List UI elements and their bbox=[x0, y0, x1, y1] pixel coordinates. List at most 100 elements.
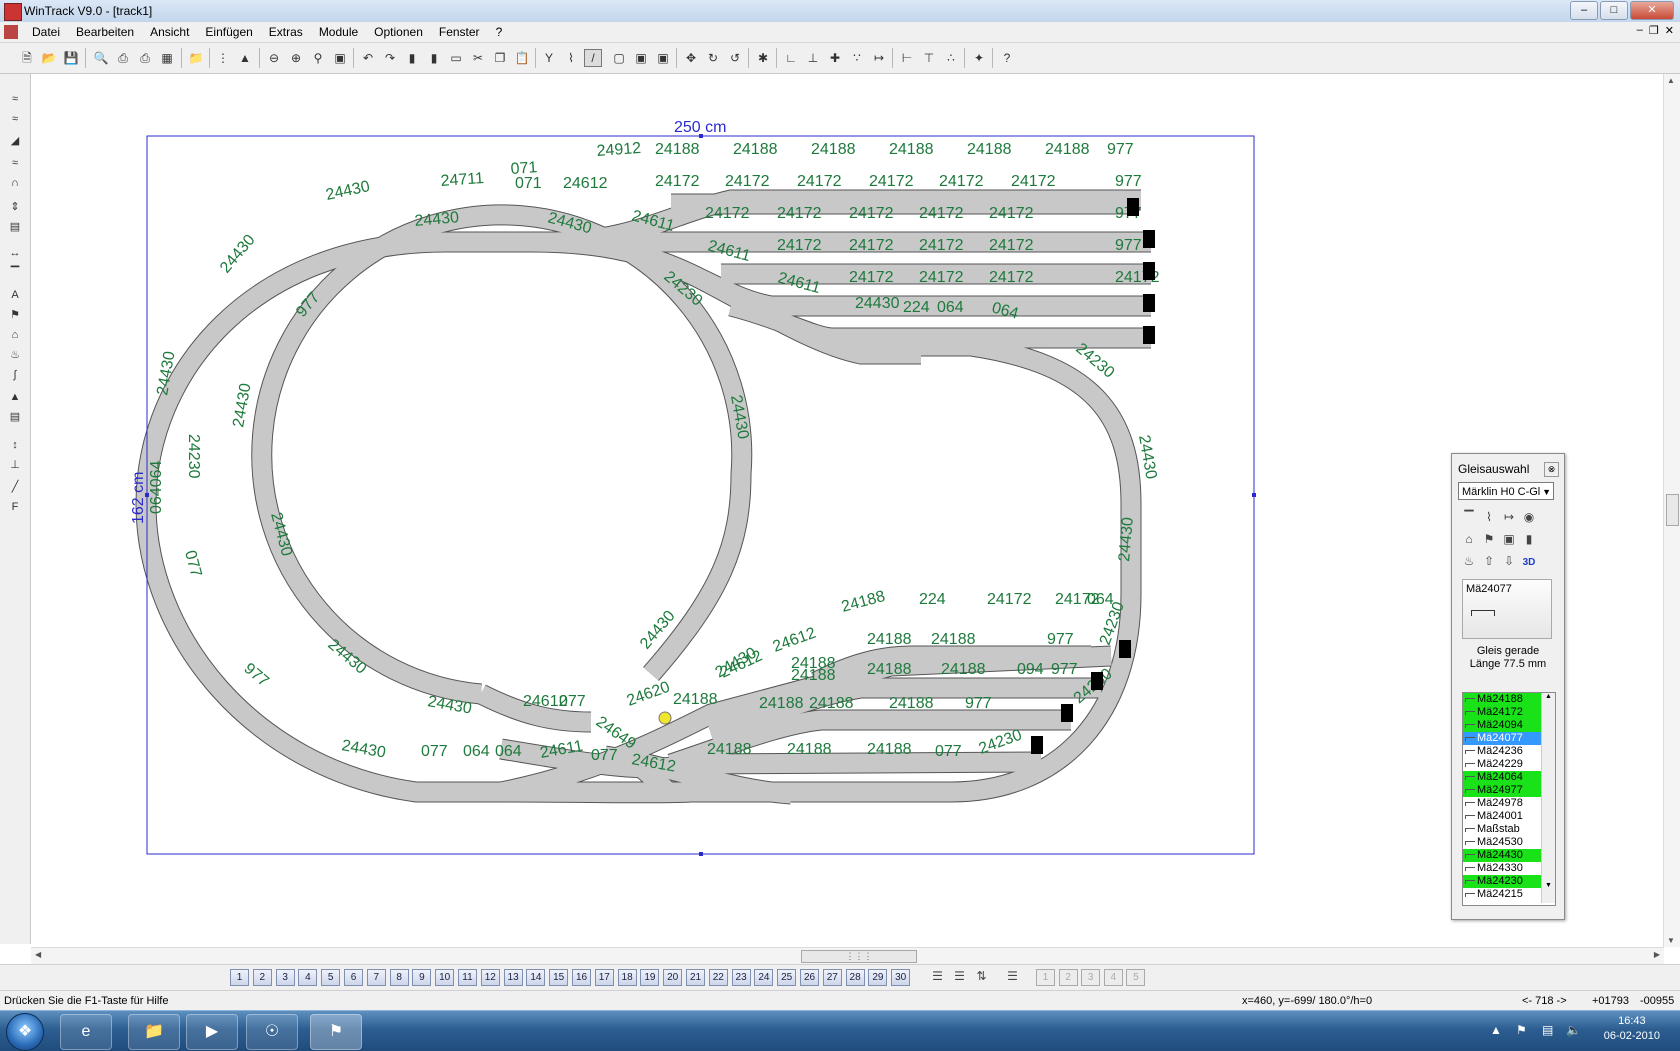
buffer-stop[interactable] bbox=[1143, 294, 1155, 312]
module-layer-button[interactable]: 1 bbox=[1036, 969, 1055, 986]
layer-button[interactable]: 10 bbox=[435, 969, 455, 986]
tree-icon[interactable]: ♨ bbox=[6, 346, 24, 364]
zoom-all-icon[interactable]: ▣ bbox=[331, 49, 349, 67]
buffer-stop[interactable] bbox=[1143, 262, 1155, 280]
menu-help[interactable]: ? bbox=[488, 25, 511, 39]
3d-icon[interactable]: 3D bbox=[1520, 554, 1538, 572]
up-icon[interactable]: ⇧ bbox=[1480, 552, 1498, 570]
layers-flip-icon[interactable]: ⇅ bbox=[972, 969, 991, 986]
font-icon[interactable]: F bbox=[6, 498, 24, 516]
switch-track-icon[interactable]: ↦ bbox=[1500, 508, 1518, 526]
volume-icon[interactable]: 🔈 bbox=[1566, 1023, 1581, 1037]
menu-bearbeiten[interactable]: Bearbeiten bbox=[68, 25, 142, 39]
tray-arrow-icon[interactable]: ▲ bbox=[1490, 1023, 1502, 1037]
layer-button[interactable]: 13 bbox=[503, 969, 523, 986]
undo-icon[interactable]: ↶ bbox=[359, 49, 377, 67]
scroll-left-icon[interactable]: ◀ bbox=[35, 950, 41, 959]
accessory-icon[interactable]: ▮ bbox=[1520, 530, 1538, 548]
layers-color-icon[interactable]: ☰ bbox=[950, 969, 969, 986]
layer-button[interactable]: 26 bbox=[800, 969, 819, 986]
layers-stack-icon[interactable]: ☰ bbox=[928, 969, 947, 986]
turntable-icon[interactable]: ◉ bbox=[1520, 508, 1538, 526]
doc-close-icon[interactable]: ✕ bbox=[1665, 24, 1674, 37]
layer-button[interactable]: 22 bbox=[708, 969, 728, 986]
ungroup-icon[interactable]: ▣ bbox=[654, 49, 672, 67]
vertical-scroll-thumb[interactable] bbox=[1666, 494, 1679, 526]
article-list[interactable]: Mä24188 Mä24172 Mä24094 Mä24077 Mä24236 Mä242… bbox=[1462, 692, 1556, 906]
delete-all-icon[interactable]: ▮ bbox=[425, 49, 443, 67]
layer-button[interactable]: 16 bbox=[572, 969, 591, 986]
turnout-icon[interactable]: Y bbox=[540, 49, 558, 67]
align-icon[interactable]: ∴ bbox=[942, 49, 960, 67]
layer-button[interactable]: 12 bbox=[480, 969, 500, 986]
menu-extras[interactable]: Extras bbox=[261, 25, 311, 39]
bridge-icon[interactable]: ≈ bbox=[6, 154, 24, 172]
article-list-scrollbar[interactable]: ▲ ▼ bbox=[1541, 693, 1555, 903]
network-icon[interactable]: ☉ bbox=[246, 1014, 298, 1050]
scenery-icon[interactable]: ♨ bbox=[1460, 552, 1478, 570]
zoom-out-icon[interactable]: ⊖ bbox=[265, 49, 283, 67]
minimize-button[interactable]: – bbox=[1570, 1, 1598, 20]
layer-button[interactable]: 29 bbox=[868, 969, 888, 986]
buffer-stop[interactable] bbox=[1119, 640, 1131, 658]
start-button[interactable]: ❖ bbox=[6, 1013, 44, 1051]
road-icon[interactable]: ∫ bbox=[6, 366, 24, 384]
doc-restore-icon[interactable]: ❐ bbox=[1649, 24, 1659, 37]
layer-button[interactable]: 9 bbox=[412, 969, 432, 986]
calculator-icon[interactable]: ▦ bbox=[158, 49, 176, 67]
print-preview-icon[interactable]: 🔍 bbox=[92, 49, 110, 67]
panel-close-icon[interactable]: ⊗ bbox=[1544, 462, 1559, 477]
landscape-icon[interactable]: ▲ bbox=[236, 49, 254, 67]
menu-datei[interactable]: Datei bbox=[24, 25, 68, 39]
layer-button[interactable]: 25 bbox=[777, 969, 797, 986]
track-endpoint-marker[interactable] bbox=[658, 711, 672, 725]
layer-button[interactable]: 2 bbox=[252, 969, 272, 986]
layer-button[interactable]: 17 bbox=[594, 969, 614, 986]
print-icon[interactable]: ⎙ bbox=[114, 49, 132, 67]
buffer-stop[interactable] bbox=[1143, 230, 1155, 248]
module-layer-button[interactable]: 5 bbox=[1126, 969, 1146, 986]
layer-button[interactable]: 21 bbox=[686, 969, 705, 986]
cut-track-icon[interactable]: ✚ bbox=[826, 49, 844, 67]
print-setup-icon[interactable]: ⎙ bbox=[136, 49, 154, 67]
text-icon[interactable]: A bbox=[6, 286, 24, 304]
layer-button[interactable]: 20 bbox=[663, 969, 683, 986]
cut-icon[interactable]: ✂ bbox=[469, 49, 487, 67]
layer-button[interactable]: 8 bbox=[389, 969, 409, 986]
layer-button[interactable]: 19 bbox=[640, 969, 660, 986]
flag-icon[interactable]: ⚑ bbox=[1516, 1023, 1527, 1037]
doc-minimize-icon[interactable]: – bbox=[1637, 24, 1643, 37]
horizontal-scroll-thumb[interactable]: ⋮⋮⋮ bbox=[801, 950, 917, 963]
center-icon[interactable]: ✦ bbox=[970, 49, 988, 67]
context-help-icon[interactable]: ? bbox=[998, 49, 1016, 67]
signal-icon[interactable]: ⚑ bbox=[6, 306, 24, 324]
menu-module[interactable]: Module bbox=[311, 25, 366, 39]
explorer-icon[interactable]: 📁 bbox=[128, 1014, 180, 1050]
menu-optionen[interactable]: Optionen bbox=[366, 25, 431, 39]
document-icon[interactable] bbox=[4, 25, 18, 39]
layer-manager-icon[interactable]: ☰ bbox=[1003, 969, 1022, 986]
buffer-stop[interactable] bbox=[1091, 672, 1103, 690]
module-layer-button[interactable]: 4 bbox=[1103, 969, 1123, 986]
menu-fenster[interactable]: Fenster bbox=[431, 25, 488, 39]
landscape-view-icon[interactable]: ▤ bbox=[6, 408, 24, 426]
layer-button[interactable]: 30 bbox=[891, 969, 911, 986]
scroll-down-icon[interactable]: ▼ bbox=[1667, 936, 1675, 945]
align-left-icon[interactable]: ⊢ bbox=[898, 49, 916, 67]
layer-button[interactable]: 5 bbox=[321, 969, 341, 986]
join-icon[interactable]: ↦ bbox=[870, 49, 888, 67]
platform-icon[interactable]: ▤ bbox=[6, 218, 24, 236]
menu-einfuegen[interactable]: Einfügen bbox=[197, 25, 260, 39]
building-icon[interactable]: ⌂ bbox=[1460, 530, 1478, 548]
layer-button[interactable]: 11 bbox=[458, 969, 477, 986]
terrain-icon[interactable]: ▲ bbox=[6, 388, 24, 406]
rotate-icon[interactable]: ↻ bbox=[704, 49, 722, 67]
paste-icon[interactable]: 📋 bbox=[513, 49, 531, 67]
layer-button[interactable]: 14 bbox=[526, 969, 546, 986]
flex-icon[interactable]: ≈ bbox=[6, 90, 24, 108]
layer-button[interactable]: 24 bbox=[754, 969, 774, 986]
measure-icon[interactable]: ∵ bbox=[848, 49, 866, 67]
group-icon[interactable]: ▣ bbox=[632, 49, 650, 67]
straight-track-icon[interactable]: ▔ bbox=[1460, 508, 1478, 526]
layer-button[interactable]: 27 bbox=[822, 969, 842, 986]
